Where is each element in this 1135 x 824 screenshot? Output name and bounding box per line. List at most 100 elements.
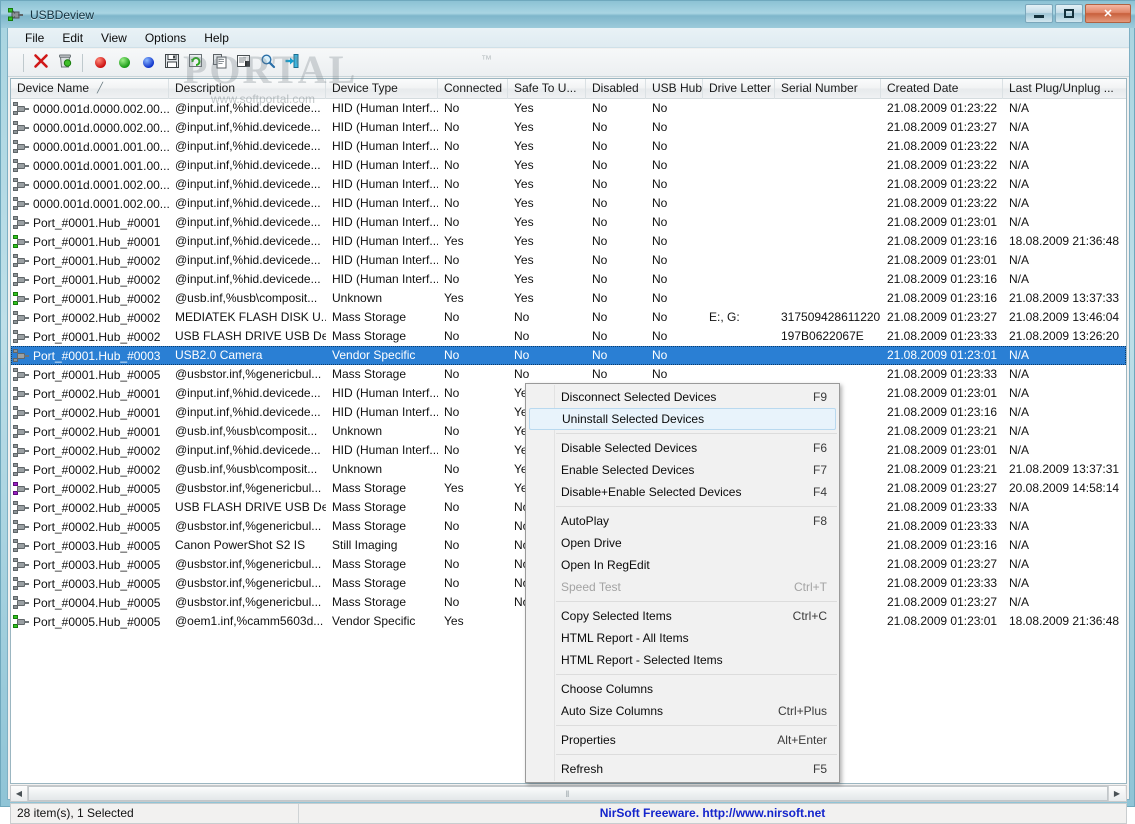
copy-button[interactable]: [208, 52, 232, 74]
table-row[interactable]: Port_#0001.Hub_#0001 @input.inf,%hid.devi…: [11, 213, 1126, 232]
cell-usb-hub: No: [652, 253, 668, 267]
usb-device-icon: [13, 101, 30, 116]
cell-device-type: Vendor Specific: [332, 348, 416, 362]
usb-device-icon: [13, 595, 30, 610]
menu-options[interactable]: Options: [136, 29, 195, 47]
context-menu-item-label: Refresh: [561, 762, 604, 776]
usb-device-icon: [13, 310, 30, 325]
usb-device-icon: [13, 576, 30, 591]
cell-description: @input.inf,%hid.devicede...: [175, 386, 321, 400]
table-row[interactable]: Port_#0001.Hub_#0005 @usbstor.inf,%generi…: [11, 365, 1126, 384]
column-header-safe-to-u[interactable]: Safe To U...: [508, 79, 586, 99]
cell-description: @oem1.inf,%camm5603d...: [175, 614, 324, 628]
table-row[interactable]: 0000.001d.0000.002.00... @input.inf,%hid.…: [11, 118, 1126, 137]
cell-device-type: HID (Human Interf...: [332, 120, 438, 134]
context-menu-item-open-in-regedit[interactable]: Open In RegEdit: [526, 554, 839, 576]
context-menu-item-html-report-selected-items[interactable]: HTML Report - Selected Items: [526, 649, 839, 671]
context-menu-item-copy-selected-items[interactable]: Copy Selected Items Ctrl+C: [526, 605, 839, 627]
scroll-right-arrow[interactable]: ▶: [1108, 786, 1125, 801]
refresh-button[interactable]: [184, 52, 208, 74]
table-row[interactable]: Port_#0001.Hub_#0003 USB2.0 Camera Vendor …: [11, 346, 1126, 365]
scroll-left-arrow[interactable]: ◀: [11, 786, 28, 801]
table-row[interactable]: Port_#0001.Hub_#0002 @input.inf,%hid.devi…: [11, 270, 1126, 289]
table-row[interactable]: Port_#0001.Hub_#0002 @usb.inf,%usb\compos…: [11, 289, 1126, 308]
context-menu-item-html-report-all-items[interactable]: HTML Report - All Items: [526, 627, 839, 649]
device-name-text: Port_#0002.Hub_#0002: [33, 310, 161, 325]
menu-file[interactable]: File: [16, 29, 53, 47]
device-name-text: 0000.001d.0000.002.00...: [33, 101, 169, 116]
find-button[interactable]: [256, 52, 280, 74]
column-header-label: Last Plug/Unplug ...: [1009, 81, 1114, 95]
context-menu-item-disable-enable-selected-devices[interactable]: Disable+Enable Selected Devices F4: [526, 481, 839, 503]
usb-device-icon: [13, 196, 30, 211]
properties-button[interactable]: [280, 52, 304, 74]
column-header-device-type[interactable]: Device Type: [326, 79, 438, 99]
cell-last-plug-unplug: 20.08.2009 14:58:14: [1009, 481, 1120, 495]
cell-connected: Yes: [444, 481, 464, 495]
cell-safe-to-u: No: [514, 348, 530, 362]
table-row[interactable]: 0000.001d.0001.001.00... @input.inf,%hid.…: [11, 156, 1126, 175]
usb-device-icon: [13, 120, 30, 135]
table-row[interactable]: 0000.001d.0001.001.00... @input.inf,%hid.…: [11, 137, 1126, 156]
horizontal-scrollbar[interactable]: ◀ ‖ ▶: [10, 785, 1127, 802]
context-menu-item-uninstall-selected-devices[interactable]: Uninstall Selected Devices: [529, 408, 836, 430]
cell-device-name: Port_#0001.Hub_#0001: [11, 232, 169, 251]
info-button[interactable]: [136, 52, 160, 74]
column-header-description[interactable]: Description: [169, 79, 326, 99]
uninstall-selected-devices-button[interactable]: [29, 52, 53, 74]
context-menu[interactable]: Disconnect Selected Devices F9 Uninstall S…: [525, 383, 840, 783]
cell-description: @input.inf,%hid.devicede...: [175, 139, 321, 153]
cell-disabled: No: [592, 329, 608, 343]
table-row[interactable]: Port_#0001.Hub_#0002 @input.inf,%hid.devi…: [11, 251, 1126, 270]
context-menu-item-disconnect-selected-devices[interactable]: Disconnect Selected Devices F9: [526, 386, 839, 408]
cell-disabled: No: [592, 367, 608, 381]
maximize-button[interactable]: [1055, 4, 1083, 23]
cell-disabled: No: [592, 196, 608, 210]
table-row[interactable]: 0000.001d.0000.002.00... @input.inf,%hid.…: [11, 99, 1126, 118]
context-menu-item-disable-selected-devices[interactable]: Disable Selected Devices F6: [526, 437, 839, 459]
save-button[interactable]: [160, 52, 184, 74]
cell-device-name: Port_#0002.Hub_#0002: [11, 308, 169, 327]
context-menu-item-properties[interactable]: Properties Alt+Enter: [526, 729, 839, 751]
column-header-device-name[interactable]: Device Name ╱: [11, 79, 169, 99]
context-menu-item-autoplay[interactable]: AutoPlay F8: [526, 510, 839, 532]
column-header-disabled[interactable]: Disabled: [586, 79, 646, 99]
disable-enable-button[interactable]: [53, 52, 77, 74]
table-row[interactable]: Port_#0001.Hub_#0001 @input.inf,%hid.devi…: [11, 232, 1126, 251]
table-row[interactable]: 0000.001d.0001.002.00... @input.inf,%hid.…: [11, 175, 1126, 194]
table-row[interactable]: Port_#0001.Hub_#0002 USB FLASH DRIVE USB …: [11, 327, 1126, 346]
column-header-connected[interactable]: Connected: [438, 79, 508, 99]
close-button[interactable]: ✕: [1085, 4, 1131, 23]
cell-connected: No: [444, 462, 460, 476]
table-row[interactable]: Port_#0002.Hub_#0002 MEDIATEK FLASH DISK …: [11, 308, 1126, 327]
minimize-button[interactable]: [1025, 4, 1053, 23]
connect-button[interactable]: [112, 52, 136, 74]
context-menu-item-auto-size-columns[interactable]: Auto Size Columns Ctrl+Plus: [526, 700, 839, 722]
context-menu-item-choose-columns[interactable]: Choose Columns: [526, 678, 839, 700]
context-menu-item-refresh[interactable]: Refresh F5: [526, 758, 839, 780]
column-header-last-plug-unplug[interactable]: Last Plug/Unplug ...: [1003, 79, 1126, 99]
column-header-usb-hub[interactable]: USB Hub: [646, 79, 703, 99]
cell-safe-to-u: Yes: [514, 139, 534, 153]
device-name-text: Port_#0002.Hub_#0005: [33, 519, 161, 534]
disconnect-button[interactable]: [88, 52, 112, 74]
context-menu-item-enable-selected-devices[interactable]: Enable Selected Devices F7: [526, 459, 839, 481]
context-menu-item-shortcut: F5: [812, 762, 827, 776]
menu-help[interactable]: Help: [195, 29, 238, 47]
menu-edit[interactable]: Edit: [53, 29, 92, 47]
cell-disabled: No: [592, 310, 608, 324]
column-header-serial-number[interactable]: Serial Number: [775, 79, 881, 99]
column-header-drive-letter[interactable]: Drive Letter: [703, 79, 775, 99]
context-menu-item-open-drive[interactable]: Open Drive: [526, 532, 839, 554]
cell-last-plug-unplug: N/A: [1009, 158, 1030, 172]
column-header-created-date[interactable]: Created Date: [881, 79, 1003, 99]
menu-view[interactable]: View: [92, 29, 136, 47]
cell-created-date: 21.08.2009 01:23:27: [887, 120, 998, 134]
cell-drive-letter: [703, 99, 775, 118]
usb-device-icon: [13, 538, 30, 553]
cell-description: @input.inf,%hid.devicede...: [175, 158, 321, 172]
html-report-button[interactable]: [232, 52, 256, 74]
table-row[interactable]: 0000.001d.0001.002.00... @input.inf,%hid.…: [11, 194, 1126, 213]
context-menu-item-shortcut: Ctrl+Plus: [777, 704, 827, 718]
scroll-thumb[interactable]: ‖: [28, 786, 1108, 801]
